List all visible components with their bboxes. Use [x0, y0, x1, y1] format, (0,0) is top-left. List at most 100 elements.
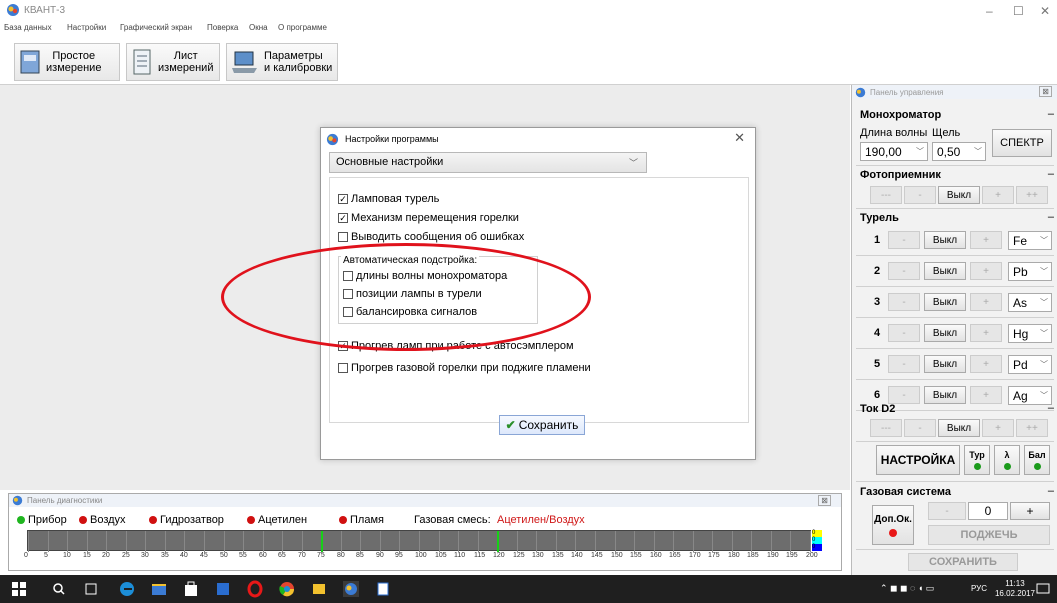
- photo-btn-3[interactable]: +: [982, 186, 1014, 204]
- turret-minus-button[interactable]: -: [888, 324, 920, 342]
- bar-marker: [321, 531, 323, 552]
- mono-collapse-button[interactable]: –: [1048, 108, 1054, 120]
- menu-verification[interactable]: Поверка: [207, 23, 238, 32]
- gas-collapse-button[interactable]: –: [1048, 485, 1054, 497]
- edge-browser-icon[interactable]: [118, 580, 136, 598]
- turret-plus-button[interactable]: +: [970, 386, 1002, 404]
- turret-minus-button[interactable]: -: [888, 355, 920, 373]
- settings-category-select[interactable]: Основные настройки ﹀: [329, 152, 647, 173]
- turret-off-button[interactable]: Выкл: [924, 324, 966, 342]
- d2-btn-1[interactable]: -: [904, 419, 936, 437]
- turret-minus-button[interactable]: -: [888, 293, 920, 311]
- d2-btn-3[interactable]: +: [982, 419, 1014, 437]
- search-icon[interactable]: [50, 580, 68, 598]
- opera-icon[interactable]: [246, 580, 264, 598]
- turret-element-select[interactable]: As ﹀: [1008, 293, 1052, 312]
- bar-tick: [302, 531, 303, 552]
- gas-value-field[interactable]: 0: [968, 502, 1008, 520]
- panel-save-button[interactable]: СОХРАНИТЬ: [908, 553, 1018, 571]
- photo-btn-4[interactable]: ++: [1016, 186, 1048, 204]
- mail-icon[interactable]: [310, 580, 328, 598]
- photo-btn-0[interactable]: ---: [870, 186, 902, 204]
- store-icon[interactable]: [182, 580, 200, 598]
- turret-element-value: As: [1013, 296, 1028, 310]
- dialog-save-button[interactable]: ✔ Сохранить: [499, 415, 585, 435]
- bar-tick: [282, 531, 283, 552]
- turret-minus-button[interactable]: -: [888, 262, 920, 280]
- turret-off-button[interactable]: Выкл: [924, 386, 966, 404]
- language-indicator[interactable]: РУС: [971, 584, 987, 593]
- notepad-icon[interactable]: [374, 580, 392, 598]
- d2-collapse-button[interactable]: –: [1048, 402, 1054, 414]
- turret-collapse-button[interactable]: –: [1048, 211, 1054, 223]
- turret-element-select[interactable]: Pd ﹀: [1008, 355, 1052, 374]
- close-button[interactable]: ✕: [1040, 4, 1050, 18]
- photo-collapse-button[interactable]: –: [1048, 168, 1054, 180]
- bar-tick: [243, 531, 244, 552]
- turret-minus-button[interactable]: -: [888, 231, 920, 249]
- turret-minus-button[interactable]: -: [888, 386, 920, 404]
- turret-plus-button[interactable]: +: [970, 293, 1002, 311]
- toggle-1[interactable]: λ: [994, 445, 1020, 475]
- windows-start-icon[interactable]: [10, 580, 28, 598]
- gas-plus-button[interactable]: +: [1010, 502, 1050, 520]
- toggle-0[interactable]: Тур: [964, 445, 990, 475]
- separator: [856, 481, 1054, 482]
- gas-mix-label: Газовая смесь:: [414, 514, 491, 526]
- option-lamp-turret[interactable]: ✓ Ламповая турель: [338, 193, 439, 205]
- separator: [856, 286, 1054, 287]
- scale-label: 70: [298, 552, 306, 559]
- kvant-app-icon[interactable]: [342, 580, 360, 598]
- ignite-button[interactable]: ПОДЖЕЧЬ: [928, 525, 1050, 545]
- tray-icons[interactable]: ⌃ ◼ ◼ ◌ ◖ ▭: [880, 583, 934, 601]
- turret-plus-button[interactable]: +: [970, 262, 1002, 280]
- toggle-2[interactable]: Бал: [1024, 445, 1050, 475]
- photo-btn-2[interactable]: Выкл: [938, 186, 980, 204]
- turret-off-button[interactable]: Выкл: [924, 293, 966, 311]
- option-burner-mechanism[interactable]: ✓ Механизм перемещения горелки: [338, 212, 519, 224]
- scale-label: 160: [650, 552, 662, 559]
- maximize-button[interactable]: ☐: [1013, 4, 1024, 18]
- slit-select[interactable]: 0,50 ﹀: [932, 142, 986, 161]
- turret-element-select[interactable]: Fe ﹀: [1008, 231, 1052, 250]
- toolbar: Простое измерение Лист измерений Парамет…: [0, 37, 1057, 85]
- turret-off-button[interactable]: Выкл: [924, 355, 966, 373]
- minimize-button[interactable]: –: [986, 4, 993, 18]
- turret-off-button[interactable]: Выкл: [924, 231, 966, 249]
- status-dot-icon: [17, 516, 25, 524]
- gas-minus-button[interactable]: -: [928, 502, 966, 520]
- turret-plus-button[interactable]: +: [970, 355, 1002, 373]
- wavelength-select[interactable]: 190,00 ﹀: [860, 142, 928, 161]
- dialog-close-button[interactable]: ✕: [734, 130, 745, 146]
- spectrum-button[interactable]: СПЕКТР: [992, 129, 1052, 157]
- setup-button[interactable]: НАСТРОЙКА: [876, 445, 960, 475]
- turret-element-select[interactable]: Hg ﹀: [1008, 324, 1052, 343]
- option-error-messages[interactable]: Выводить сообщения об ошибках: [338, 231, 524, 243]
- extra-oxidizer-button[interactable]: Доп.Ок.: [872, 505, 914, 545]
- d2-btn-0[interactable]: ---: [870, 419, 902, 437]
- control-panel-close-button[interactable]: ⊠: [1039, 86, 1052, 97]
- menu-graphic-screen[interactable]: Графический экран: [120, 23, 192, 32]
- turret-plus-button[interactable]: +: [970, 231, 1002, 249]
- clock[interactable]: 11:13 16.02.2017: [995, 579, 1035, 599]
- d2-btn-4[interactable]: ++: [1016, 419, 1048, 437]
- menu-windows[interactable]: Окна: [249, 23, 268, 32]
- option-burner-warmup[interactable]: Прогрев газовой горелки при поджиге плам…: [338, 362, 591, 374]
- notifications-icon[interactable]: [1036, 580, 1050, 598]
- app-icon-blue[interactable]: [214, 580, 232, 598]
- turret-plus-button[interactable]: +: [970, 324, 1002, 342]
- measurement-sheet-button[interactable]: Лист измерений: [126, 43, 220, 81]
- file-explorer-icon[interactable]: [150, 580, 168, 598]
- chrome-icon[interactable]: [278, 580, 296, 598]
- menu-settings[interactable]: Настройки: [67, 23, 106, 32]
- task-view-icon[interactable]: [82, 580, 100, 598]
- menu-database[interactable]: База данных: [4, 23, 52, 32]
- menu-about[interactable]: О программе: [278, 23, 327, 32]
- parameters-calibration-button[interactable]: Параметры и калибровки: [226, 43, 338, 81]
- turret-off-button[interactable]: Выкл: [924, 262, 966, 280]
- diagnostics-close-button[interactable]: ⊠: [818, 495, 831, 506]
- d2-btn-2[interactable]: Выкл: [938, 419, 980, 437]
- turret-element-select[interactable]: Pb ﹀: [1008, 262, 1052, 281]
- simple-measurement-button[interactable]: Простое измерение: [14, 43, 120, 81]
- photo-btn-1[interactable]: -: [904, 186, 936, 204]
